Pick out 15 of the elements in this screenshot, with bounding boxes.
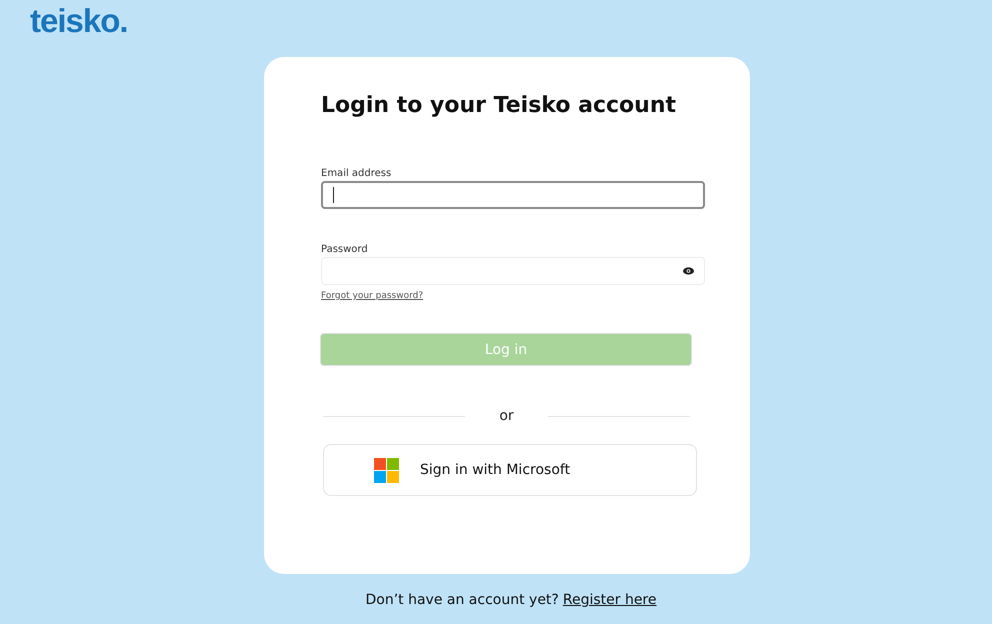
microsoft-signin-button[interactable]: Sign in with Microsoft — [323, 444, 697, 496]
eye-icon[interactable] — [683, 267, 694, 275]
login-title: Login to your Teisko account — [321, 92, 676, 120]
footer-text: Don’t have an account yet? — [366, 592, 559, 608]
divider-text: or — [498, 408, 515, 424]
password-field[interactable] — [321, 257, 705, 285]
forgot-password-link[interactable]: Forgot your password? — [321, 291, 424, 301]
field-label: Password — [321, 243, 368, 257]
text-cursor — [333, 187, 334, 203]
windows-logo-icon — [374, 458, 399, 482]
field-label: Email address — [321, 167, 392, 181]
register-link[interactable]: Register here — [562, 592, 656, 608]
logo: teisko. — [30, 1, 128, 41]
button-label: Sign in with Microsoft — [420, 462, 570, 478]
email-field[interactable] — [321, 181, 705, 209]
